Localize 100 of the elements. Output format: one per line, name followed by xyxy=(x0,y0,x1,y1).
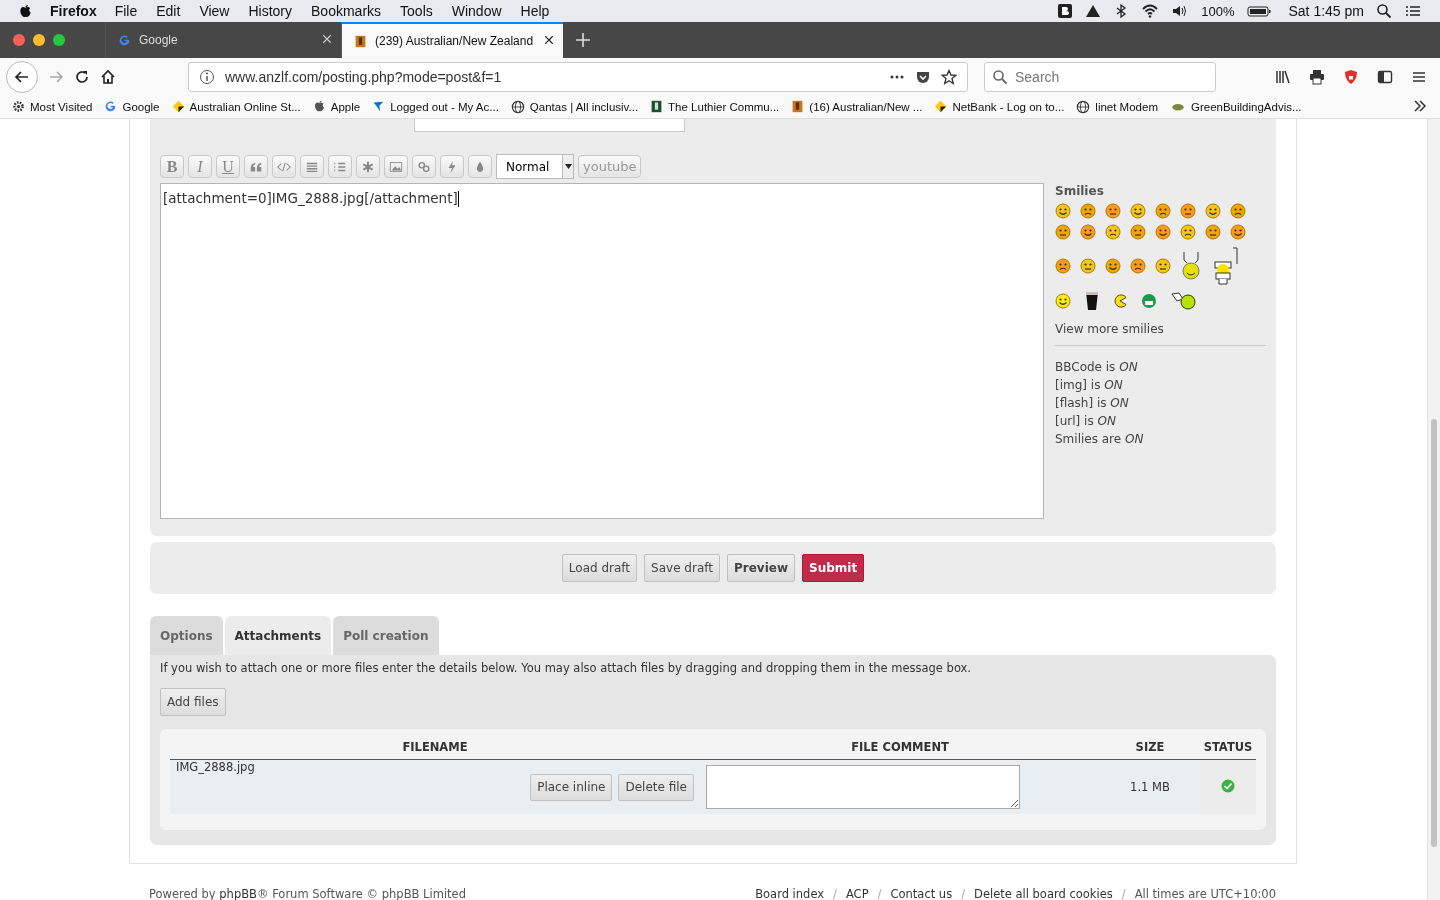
bookmark-link[interactable]: (16) Australian/New ... xyxy=(809,100,923,113)
home-icon[interactable] xyxy=(100,68,116,85)
cleaver-face-icon[interactable] xyxy=(1171,292,1197,310)
link-button[interactable] xyxy=(412,155,436,178)
library-icon[interactable] xyxy=(1274,68,1292,85)
draft-button[interactable]: Load draft xyxy=(561,554,638,582)
globe-icon[interactable] xyxy=(1076,99,1091,114)
numbered-list-button[interactable] xyxy=(328,155,352,178)
grinning-face-icon[interactable] xyxy=(1141,293,1157,309)
footer-link[interactable]: Board index xyxy=(755,887,825,900)
battery-icon[interactable] xyxy=(1246,3,1271,19)
scrollbar[interactable] xyxy=(1427,119,1440,900)
apple-icon[interactable] xyxy=(312,100,326,113)
menu-item[interactable]: History xyxy=(248,3,293,19)
menu-app-name[interactable]: Firefox xyxy=(50,3,97,19)
panel-tab[interactable]: Poll creation xyxy=(333,616,439,655)
smiley-icon[interactable] xyxy=(1205,224,1221,240)
bookmark-link[interactable]: Australian Online St... xyxy=(189,100,301,113)
delete-file-button[interactable]: Delete file xyxy=(618,773,694,801)
bookmark-link[interactable]: Google xyxy=(122,100,160,113)
draft-button[interactable]: Save draft xyxy=(644,554,720,582)
bird-icon[interactable] xyxy=(372,100,386,113)
address-bar[interactable]: www.anzlf.com/posting.php?mode=post&f=1 xyxy=(188,61,968,92)
g-logo-icon[interactable] xyxy=(118,33,131,47)
bookmark-favicon-icon[interactable] xyxy=(791,100,805,113)
menu-item[interactable]: View xyxy=(199,3,230,19)
footer-link[interactable]: ACP xyxy=(845,887,869,900)
smiley-icon[interactable] xyxy=(1180,203,1196,219)
smiley-icon[interactable] xyxy=(1080,258,1096,274)
star-icon[interactable] xyxy=(941,68,957,85)
close-window-button[interactable] xyxy=(13,34,25,46)
view-more-smilies-link[interactable]: View more smilies xyxy=(1055,322,1164,336)
smiley-icon[interactable] xyxy=(1055,293,1071,309)
bookmark-link[interactable]: linet Modem xyxy=(1095,100,1158,113)
triangle-icon[interactable] xyxy=(1085,3,1102,19)
menu-item[interactable]: File xyxy=(114,3,138,19)
smiley-icon[interactable] xyxy=(1105,258,1121,274)
smiley-icon[interactable] xyxy=(1130,258,1146,274)
apple-icon[interactable] xyxy=(18,3,33,19)
smiley-icon[interactable] xyxy=(1105,203,1121,219)
smiley-icon[interactable] xyxy=(1080,224,1096,240)
smiley-icon[interactable] xyxy=(1205,203,1221,219)
bullet-list-button[interactable] xyxy=(300,155,324,178)
smiley-icon[interactable] xyxy=(1180,251,1202,281)
quote-button[interactable] xyxy=(244,155,268,178)
toilet-icon[interactable] xyxy=(1211,246,1239,286)
diamond-icon[interactable] xyxy=(934,100,948,113)
print-icon[interactable] xyxy=(1308,68,1326,85)
footer-link[interactable]: Delete all board cookies xyxy=(974,887,1113,900)
footer-link[interactable]: Contact us xyxy=(890,887,953,900)
smiley-icon[interactable] xyxy=(1055,258,1071,274)
gear-icon[interactable] xyxy=(12,100,25,113)
new-tab-icon[interactable] xyxy=(575,32,591,48)
smiley-icon[interactable] xyxy=(1155,258,1171,274)
smiley-icon[interactable] xyxy=(1105,224,1121,240)
submit-button[interactable]: Submit xyxy=(802,554,865,582)
smiley-icon[interactable] xyxy=(1230,203,1246,219)
browser-tab[interactable]: (239) Australian/New Zealand xyxy=(341,22,563,58)
droplet-button[interactable] xyxy=(468,155,492,178)
menu-item[interactable]: Tools xyxy=(400,3,433,19)
image-button[interactable] xyxy=(384,155,408,178)
draft-button[interactable]: Preview xyxy=(727,554,795,582)
globe-icon[interactable] xyxy=(510,99,525,114)
search-field[interactable]: Search xyxy=(984,61,1216,92)
smiley-icon[interactable] xyxy=(1080,203,1096,219)
smiley-icon[interactable] xyxy=(1230,224,1246,240)
smiley-icon[interactable] xyxy=(1155,203,1171,219)
reload-icon[interactable] xyxy=(74,68,90,85)
smiley-icon[interactable] xyxy=(1130,224,1146,240)
menu-item[interactable]: Edit xyxy=(156,3,181,19)
bookmark-link[interactable]: Logged out - My Ac... xyxy=(390,100,499,113)
lightning-button[interactable] xyxy=(440,155,464,178)
bookmark-link[interactable]: The Luthier Commu... xyxy=(668,100,780,113)
panel-tab[interactable]: Attachments xyxy=(224,616,332,655)
back-button[interactable] xyxy=(6,60,38,93)
sidebar-icon[interactable] xyxy=(1376,68,1394,85)
info-icon[interactable] xyxy=(199,68,215,85)
shield-icon[interactable] xyxy=(1342,68,1360,85)
g-logo-icon[interactable] xyxy=(104,100,118,113)
bookmark-link[interactable]: Most Visited xyxy=(30,100,93,113)
zoom-window-button[interactable] xyxy=(53,34,65,46)
list-icon[interactable] xyxy=(1404,3,1422,19)
b-badge-icon[interactable] xyxy=(1057,3,1074,19)
bookmark-link[interactable]: GreenBuildingAdvis... xyxy=(1190,100,1302,113)
smiley-icon[interactable] xyxy=(1055,224,1071,240)
place-inline-button[interactable]: Place inline xyxy=(530,773,613,801)
bookmark-link[interactable]: Qantas | All inclusiv... xyxy=(529,100,639,113)
minimize-window-button[interactable] xyxy=(33,34,45,46)
smiley-icon[interactable] xyxy=(1130,203,1146,219)
wifi-icon[interactable] xyxy=(1141,3,1160,19)
menu-item[interactable]: Window xyxy=(451,3,502,19)
smiley-icon[interactable] xyxy=(1055,203,1071,219)
menu-item[interactable]: Help xyxy=(520,3,550,19)
code-button[interactable] xyxy=(272,155,296,178)
bookmark-link[interactable]: Apple xyxy=(330,100,361,113)
bookmark-favicon-icon[interactable] xyxy=(354,34,367,48)
book-icon[interactable] xyxy=(650,100,664,113)
panel-tab[interactable]: Options xyxy=(150,616,223,655)
asterisk-button[interactable] xyxy=(356,155,380,178)
smiley-icon[interactable] xyxy=(1155,224,1171,240)
